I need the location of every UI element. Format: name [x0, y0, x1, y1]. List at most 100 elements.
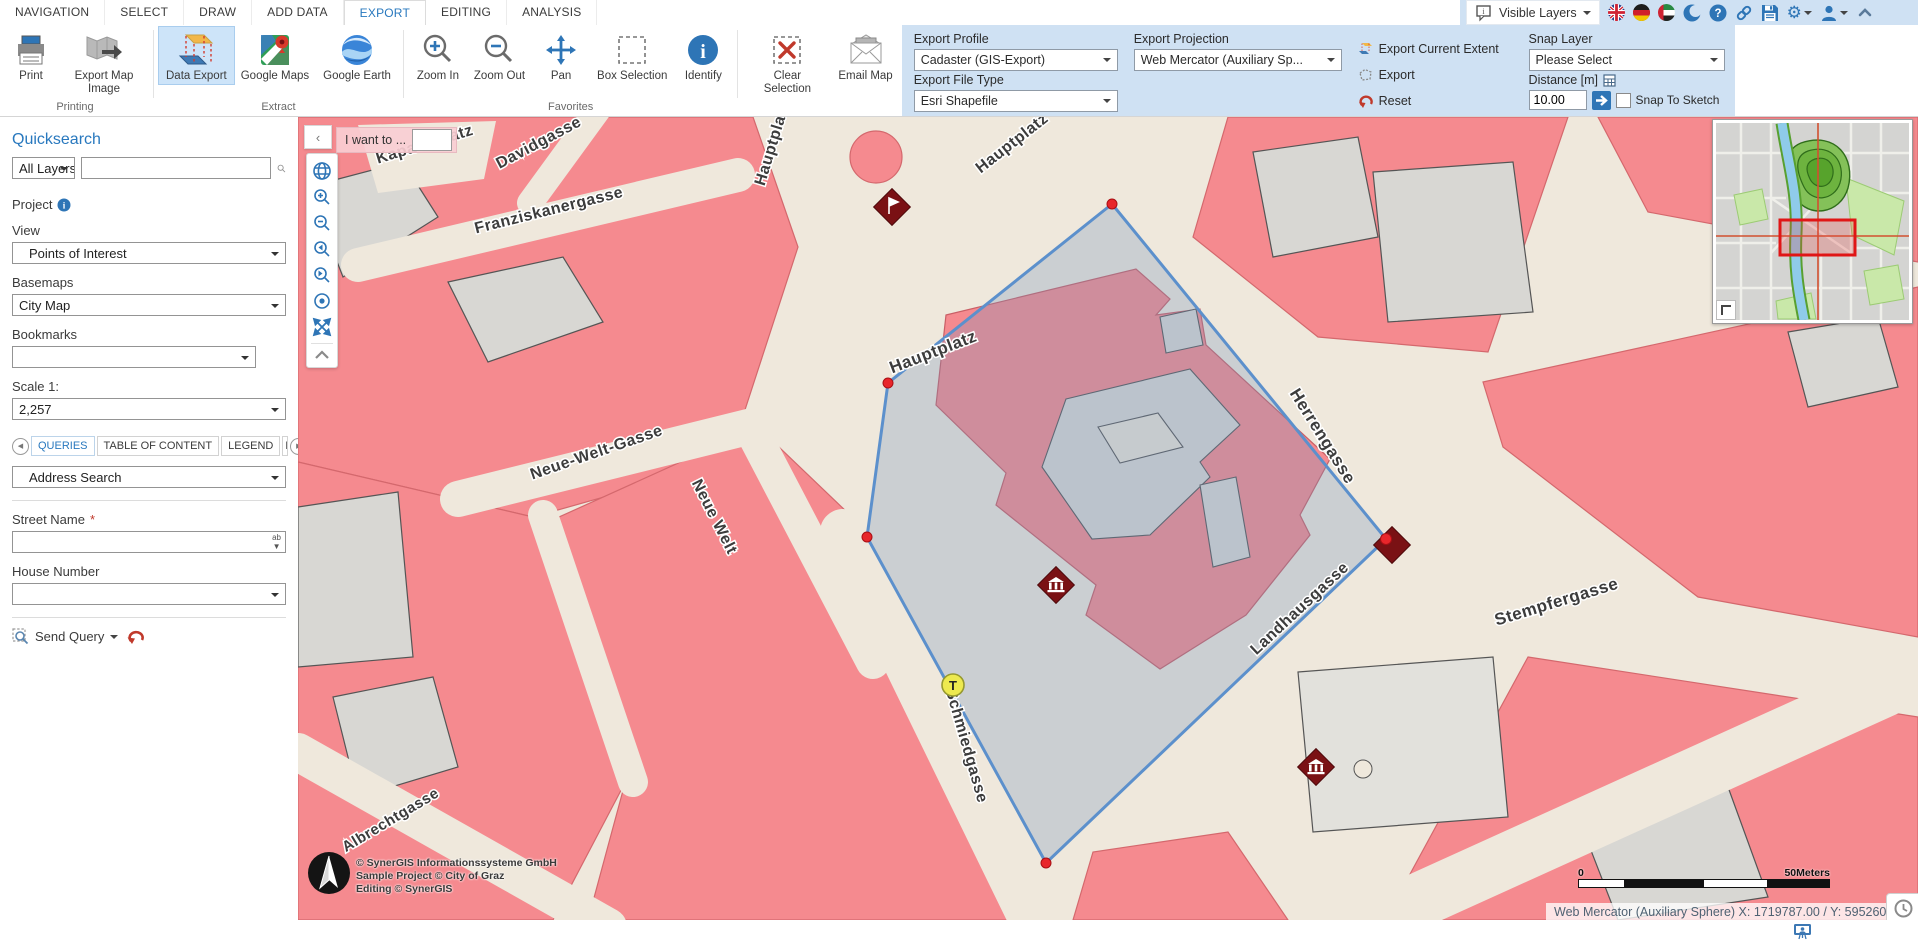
basemap-select[interactable]: City Map	[12, 294, 286, 316]
i-want-to-widget[interactable]: I want to ...	[336, 127, 457, 153]
view-select[interactable]: Points of Interest	[12, 242, 286, 264]
chevron-down-icon	[110, 635, 118, 643]
export-file-type-select[interactable]: Esri Shapefile	[914, 90, 1118, 112]
i-want-to-input[interactable]	[412, 129, 452, 151]
overview-map[interactable]	[1712, 119, 1913, 324]
zoom-in-icon[interactable]	[310, 184, 334, 210]
snap-to-sketch-checkbox[interactable]	[1616, 93, 1631, 108]
flag-uae-icon[interactable]	[1658, 4, 1675, 21]
printer-icon	[14, 30, 48, 70]
export-button[interactable]: Export	[1358, 64, 1513, 85]
ribbon-group-printing: Print Export Map Image Printing	[0, 25, 150, 116]
identify-button[interactable]: i Identify	[674, 27, 732, 84]
search-icon[interactable]	[277, 160, 286, 177]
tab-clipped[interactable]: L	[282, 436, 288, 456]
user-menu[interactable]	[1820, 4, 1848, 22]
export-map-image-button[interactable]: Export Map Image	[60, 27, 148, 97]
street-name-input[interactable]	[12, 531, 286, 553]
calculator-icon[interactable]	[1603, 74, 1616, 87]
google-maps-button[interactable]: Google Maps	[234, 27, 316, 84]
tram-stop-marker[interactable]: T	[942, 674, 964, 696]
tab-editing[interactable]: EDITING	[426, 0, 507, 25]
moon-icon[interactable]	[1683, 4, 1701, 22]
export-map-image-icon	[84, 30, 124, 70]
data-export-button[interactable]: Data Export	[159, 27, 234, 84]
scale-select[interactable]: 2,257	[12, 398, 286, 420]
zoom-next-icon[interactable]	[310, 262, 334, 288]
print-button[interactable]: Print	[2, 27, 60, 84]
snap-layer-label: Snap Layer	[1529, 30, 1725, 49]
export-projection-select[interactable]: Web Mercator (Auxiliary Sp...	[1134, 49, 1342, 71]
flag-uk-icon[interactable]	[1608, 4, 1625, 21]
query-select[interactable]: Address Search	[12, 466, 286, 488]
svg-text:i: i	[1482, 7, 1485, 16]
reset-button[interactable]: Reset	[1358, 90, 1513, 111]
tab-queries[interactable]: QUERIES	[31, 436, 95, 456]
box-selection-button[interactable]: Box Selection	[590, 27, 674, 84]
tab-table-of-content[interactable]: TABLE OF CONTENT	[97, 436, 220, 456]
tab-navigation[interactable]: NAVIGATION	[0, 0, 105, 25]
tab-legend[interactable]: LEGEND	[221, 436, 280, 456]
export-actions-column: Export Current Extent Export Reset	[1358, 30, 1513, 116]
export-projection-column: Export Projection Web Mercator (Auxiliar…	[1134, 30, 1342, 116]
history-clock-button[interactable]	[1886, 893, 1918, 920]
reset-query-icon[interactable]	[126, 629, 144, 644]
visible-layers-dropdown[interactable]: i Visible Layers	[1466, 0, 1600, 25]
snap-layer-select[interactable]: Please Select	[1529, 49, 1725, 71]
apply-distance-button[interactable]	[1592, 91, 1611, 110]
scale-bar-segments	[1578, 879, 1830, 888]
i-want-to-label: I want to ...	[345, 133, 406, 147]
map-area: KapaunplatzDavidgasseFranziskanergasseHa…	[298, 117, 1918, 945]
link-icon[interactable]	[1735, 4, 1753, 22]
house-number-select[interactable]	[12, 583, 286, 605]
tab-add-data[interactable]: ADD DATA	[252, 0, 344, 25]
export-profile-select[interactable]: Cadaster (GIS-Export)	[914, 49, 1118, 71]
tab-export[interactable]: EXPORT	[344, 0, 426, 25]
zoom-out-icon[interactable]	[310, 210, 334, 236]
map-tip-icon: i	[1475, 4, 1493, 22]
gis-application-window: NAVIGATION SELECT DRAW ADD DATA EXPORT E…	[0, 0, 1918, 945]
email-map-button[interactable]: Email Map	[831, 27, 899, 84]
full-extent-icon[interactable]	[310, 314, 334, 340]
extent-rectangle[interactable]	[1780, 220, 1855, 255]
ribbon-group-misc: Clear Selection Email Map	[741, 25, 901, 116]
tab-select[interactable]: SELECT	[105, 0, 184, 25]
quicksearch-layer-select[interactable]: All Layers	[12, 157, 75, 179]
google-earth-button[interactable]: Google Earth	[316, 27, 398, 84]
view-label: View	[12, 223, 286, 238]
clear-selection-button[interactable]: Clear Selection	[743, 27, 831, 97]
pan-button[interactable]: Pan	[532, 27, 590, 84]
info-icon[interactable]: i	[57, 198, 71, 212]
collapse-ribbon-icon[interactable]	[1856, 4, 1874, 22]
export-current-extent-button[interactable]: Export Current Extent	[1358, 38, 1513, 59]
bookmarks-select[interactable]	[12, 346, 256, 368]
map-viewport[interactable]: KapaunplatzDavidgasseFranziskanergasseHa…	[298, 117, 1918, 920]
distance-input[interactable]	[1529, 90, 1587, 110]
zoom-out-button[interactable]: Zoom Out	[467, 27, 532, 84]
flag-germany-icon[interactable]	[1633, 4, 1650, 21]
zoom-in-button[interactable]: Zoom In	[409, 27, 467, 84]
save-icon[interactable]	[1761, 4, 1779, 22]
clock-icon	[1894, 899, 1913, 918]
project-label: Project	[12, 197, 52, 212]
help-icon[interactable]: ?	[1709, 4, 1727, 22]
zoom-previous-icon[interactable]	[310, 236, 334, 262]
status-tray-icon[interactable]	[1793, 923, 1812, 940]
send-query-button[interactable]: Send Query	[12, 628, 118, 645]
user-icon	[1820, 4, 1838, 22]
settings-menu[interactable]: ⚙	[1787, 4, 1812, 21]
reset-undo-icon	[1358, 94, 1373, 108]
collapse-toolbar-icon[interactable]	[310, 347, 334, 363]
tab-draw[interactable]: DRAW	[184, 0, 252, 25]
center-map-icon[interactable]	[310, 288, 334, 314]
globe-icon[interactable]	[310, 158, 334, 184]
tab-analysis[interactable]: ANALYSIS	[507, 0, 597, 25]
tabs-scroll-left-button[interactable]: ◀	[12, 438, 29, 455]
quicksearch-input[interactable]	[81, 157, 271, 179]
collapse-sidebar-button[interactable]: ‹	[304, 125, 332, 149]
bottom-strip	[298, 920, 1918, 944]
email-map-icon	[847, 30, 885, 70]
gear-icon: ⚙	[1787, 4, 1802, 21]
inset-resize-handle[interactable]	[1716, 300, 1736, 320]
map-canvas[interactable]: KapaunplatzDavidgasseFranziskanergasseHa…	[298, 117, 1918, 920]
